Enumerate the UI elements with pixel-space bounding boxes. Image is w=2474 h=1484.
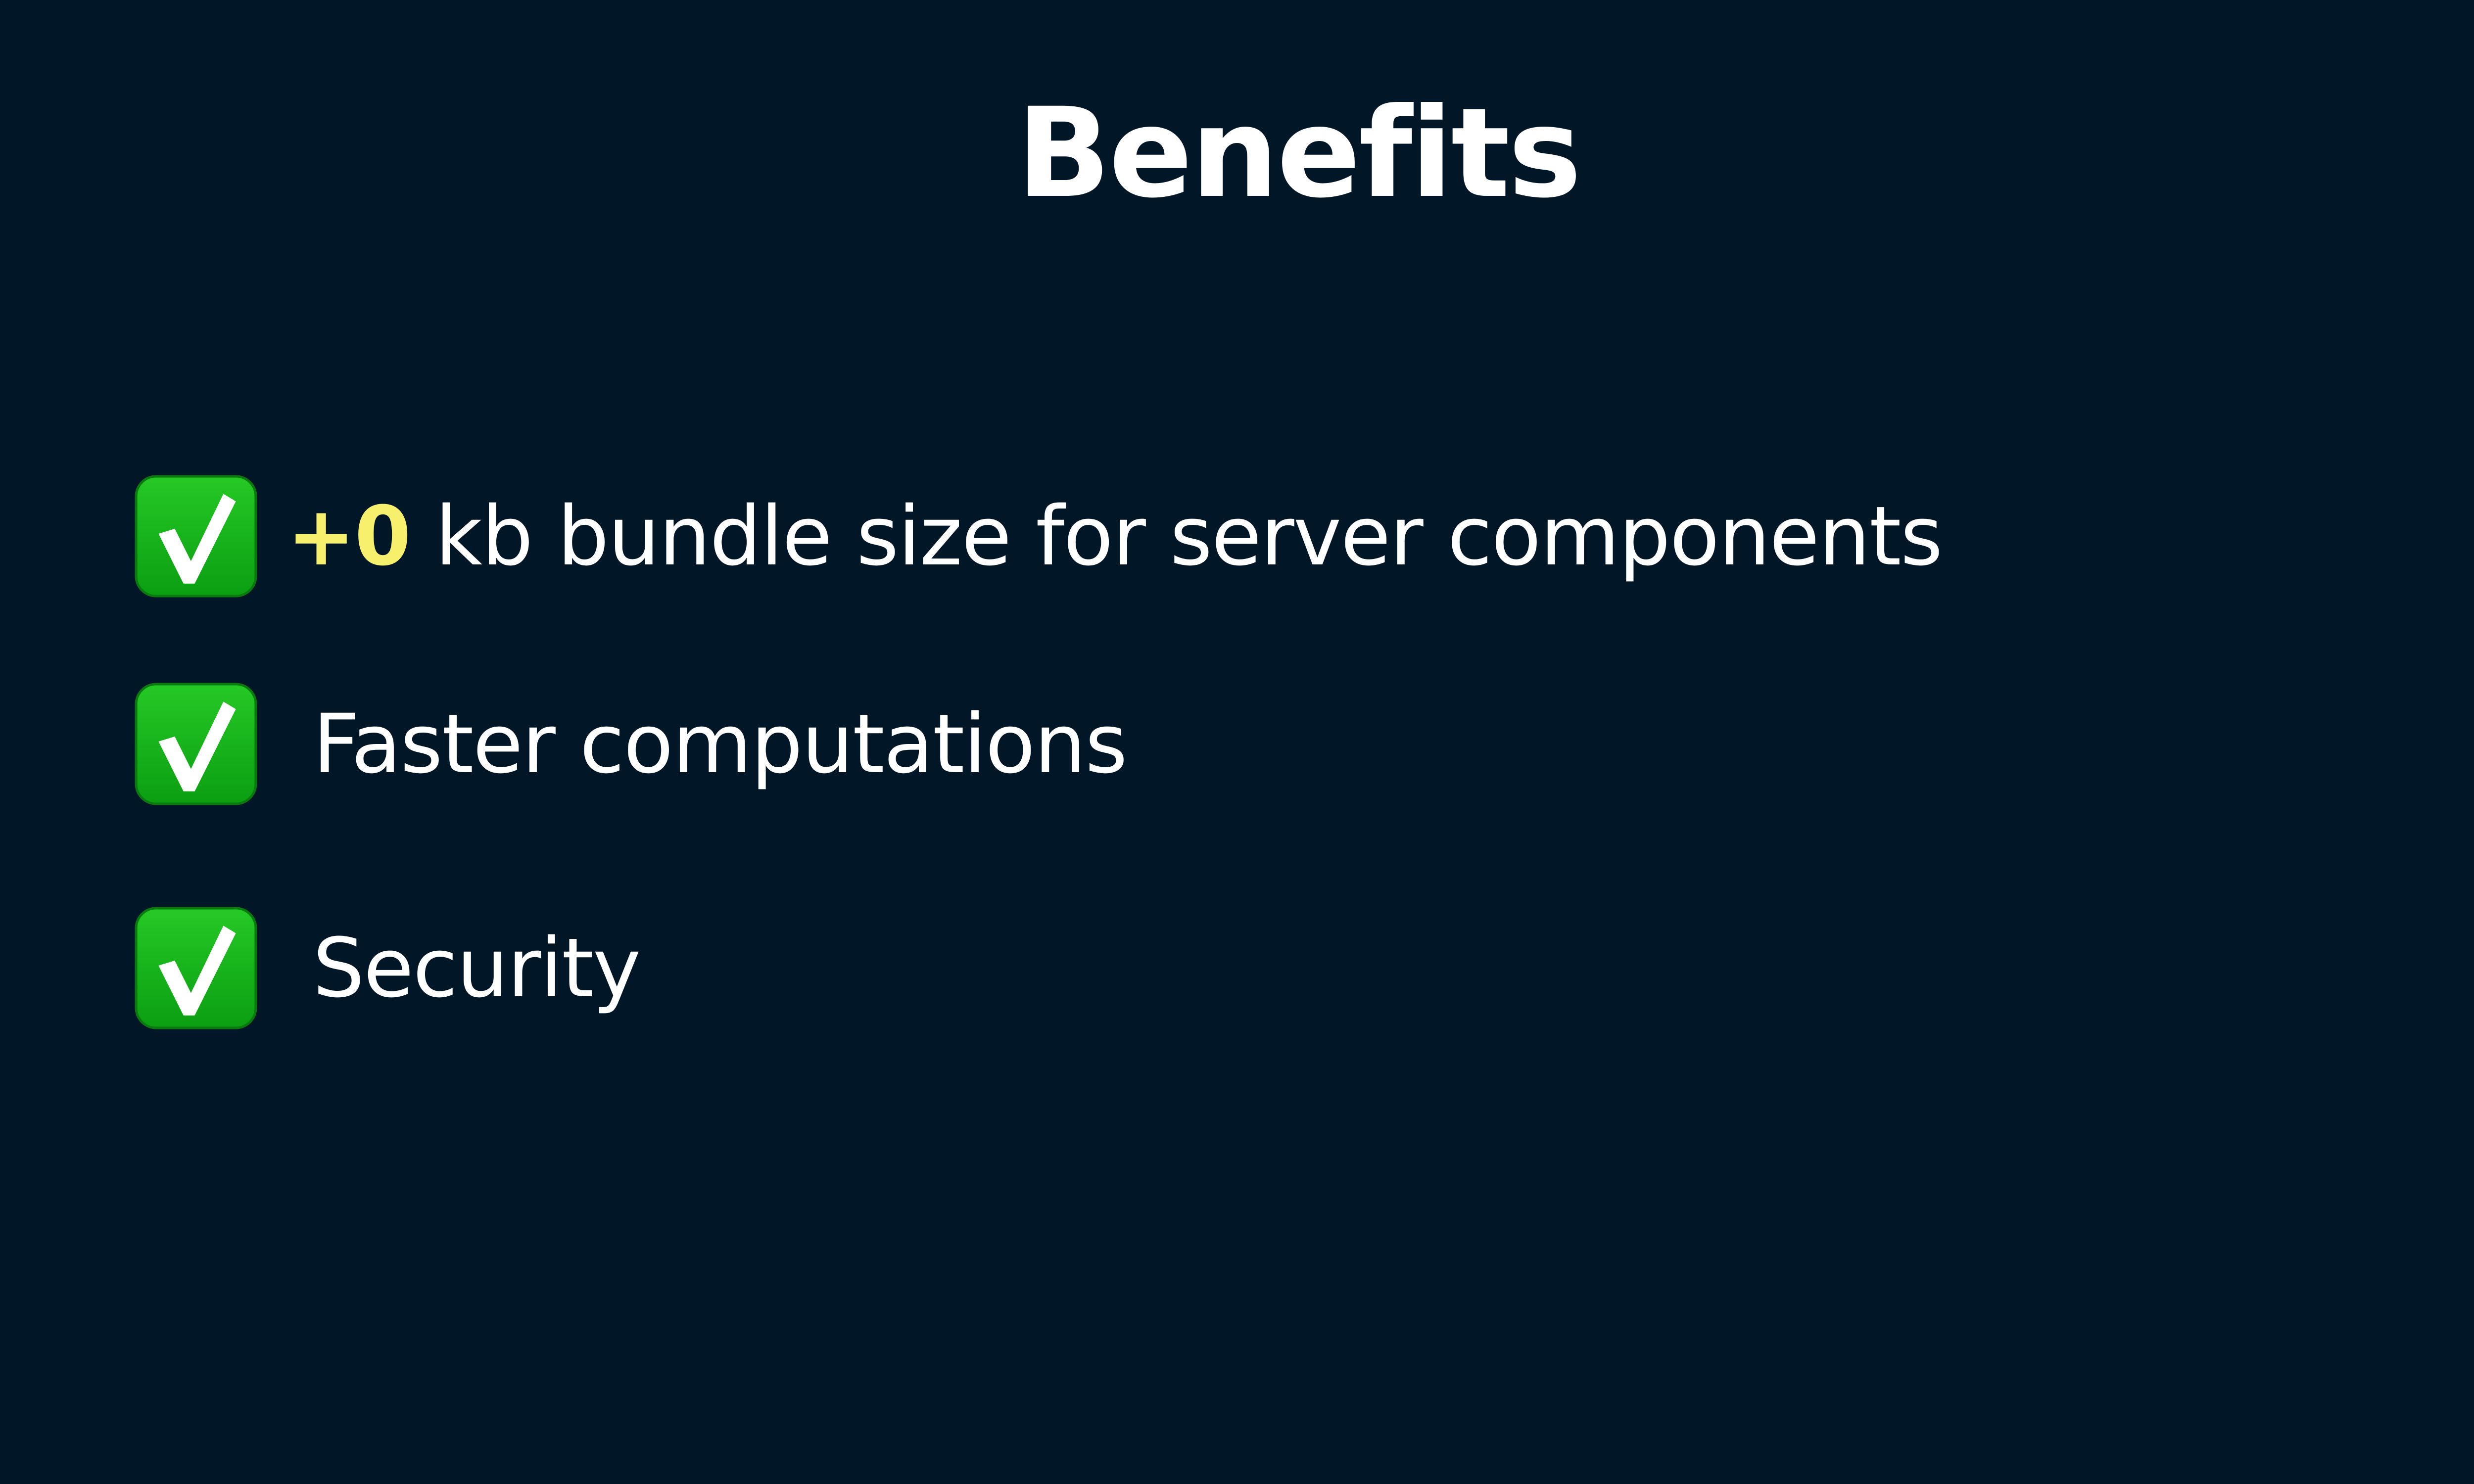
check-mark-button-icon <box>135 683 257 805</box>
benefit-highlight: +0 <box>287 489 411 584</box>
benefit-item: Security <box>134 906 641 1030</box>
benefit-item: Faster computations <box>134 682 1128 806</box>
check-mark-button-icon <box>135 475 257 598</box>
slide-title: Benefits <box>1016 81 1581 225</box>
benefit-label: kb bundle size for server components <box>410 489 1943 584</box>
slide: Benefits +0 kb bundle size for server co… <box>0 0 2474 1484</box>
benefit-item: +0 kb bundle size for server components <box>134 474 1943 599</box>
benefit-label: Security <box>313 921 641 1016</box>
benefit-text: +0 kb bundle size for server components <box>287 487 1943 586</box>
check-mark-button-icon <box>135 907 257 1029</box>
benefit-label: Faster computations <box>313 696 1128 791</box>
